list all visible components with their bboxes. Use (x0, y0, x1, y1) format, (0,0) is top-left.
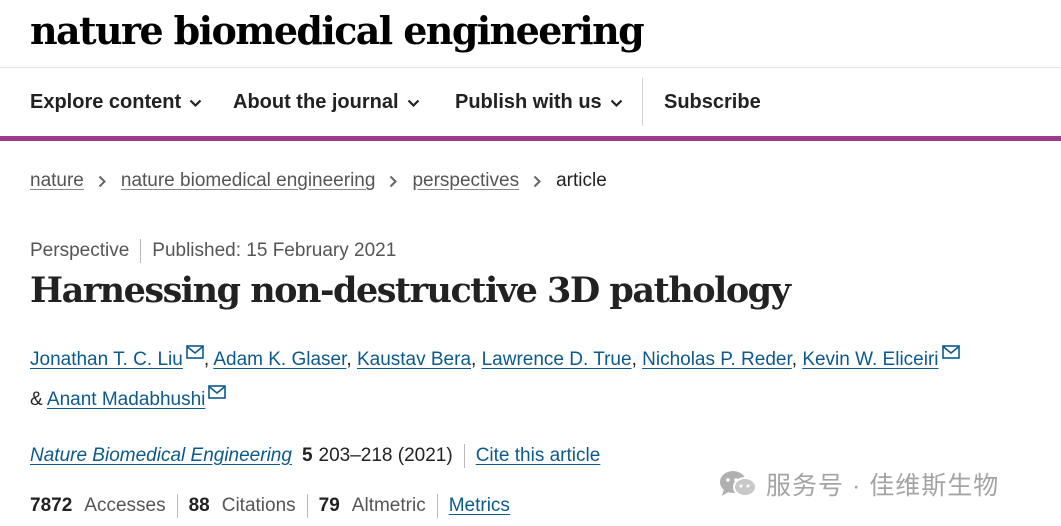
watermark: 服务号 · 佳维斯生物 (718, 466, 999, 502)
chevron-down-icon (407, 99, 419, 107)
chevron-down-icon (610, 99, 622, 107)
metrics-divider (306, 494, 308, 518)
author-list: Jonathan T. C. Liu, Adam K. Glaser, Kaus… (30, 340, 1020, 420)
author-link[interactable]: Jonathan T. C. Liu (30, 349, 183, 370)
pages-year: 203–218 (2021) (318, 445, 453, 466)
meta-divider (140, 239, 142, 263)
watermark-text: 服务号 · 佳维斯生物 (766, 472, 1000, 500)
article-title: Harnessing non-destructive 3D pathology (30, 270, 791, 311)
chevron-down-icon (189, 99, 202, 107)
metrics-divider (176, 494, 178, 518)
metrics-link[interactable]: Metrics (449, 495, 510, 517)
altmetric-count: 79 (318, 495, 340, 516)
author-link[interactable]: Kevin W. Eliceiri (802, 349, 938, 370)
metrics-divider (436, 494, 438, 518)
email-icon[interactable] (208, 385, 227, 399)
breadcrumb: nature nature biomedical engineering per… (30, 168, 607, 194)
chat-bubbles-icon (720, 471, 757, 497)
breadcrumb-perspectives[interactable]: perspectives (412, 170, 519, 192)
nav-about-journal[interactable]: About the journal (233, 68, 420, 136)
volume: 5 (301, 445, 313, 466)
published-date: Published: 15 February 2021 (152, 240, 397, 261)
breadcrumb-current: article (556, 170, 607, 191)
accesses-label: Accesses (84, 495, 166, 516)
altmetric-label: Altmetric (351, 495, 426, 516)
metrics-row: 7872 Accesses 88 Citations 79 Altmetric … (30, 493, 510, 519)
citation-row: Nature Biomedical Engineering 5 203–218 … (30, 443, 600, 469)
chevron-right-icon (533, 175, 542, 187)
journal-link[interactable]: Nature Biomedical Engineering (30, 445, 292, 467)
subscribe-label: Subscribe (664, 90, 761, 113)
nav-explore-content[interactable]: Explore content (30, 68, 202, 136)
email-icon[interactable] (186, 345, 204, 359)
main-nav: Explore content About the journal Publis… (0, 68, 1061, 136)
chevron-right-icon (98, 175, 106, 187)
nav-about-journal-label: About the journal (233, 90, 399, 113)
breadcrumb-nature[interactable]: nature (30, 170, 84, 192)
citations-label: Citations (221, 495, 296, 516)
author-link[interactable]: Kaustav Bera (357, 349, 471, 370)
chevron-right-icon (390, 175, 398, 187)
breadcrumb-journal[interactable]: nature biomedical engineering (121, 170, 376, 192)
nav-explore-content-label: Explore content (30, 90, 182, 113)
nav-accent-bar (0, 136, 1061, 141)
nav-publish-with-us-label: Publish with us (455, 90, 602, 113)
author-link[interactable]: Nicholas P. Reder (642, 349, 792, 370)
article-type: Perspective (30, 240, 130, 261)
cite-this-article-link[interactable]: Cite this article (476, 445, 601, 467)
email-icon[interactable] (941, 345, 960, 359)
article-meta: Perspective Published: 15 February 2021 (30, 238, 396, 264)
accesses-count: 7872 (30, 495, 73, 516)
subscribe-link[interactable]: Subscribe (664, 68, 761, 136)
citations-count: 88 (188, 495, 210, 516)
author-ampersand: & (30, 389, 43, 410)
author-link[interactable]: Anant Madabhushi (47, 389, 205, 410)
author-link[interactable]: Lawrence D. True (482, 349, 632, 370)
site-logo[interactable]: nature biomedical engineering (30, 8, 645, 53)
author-link[interactable]: Adam K. Glaser (213, 349, 346, 370)
cite-divider (463, 444, 465, 468)
nav-divider (642, 78, 643, 126)
nav-publish-with-us[interactable]: Publish with us (455, 68, 623, 136)
